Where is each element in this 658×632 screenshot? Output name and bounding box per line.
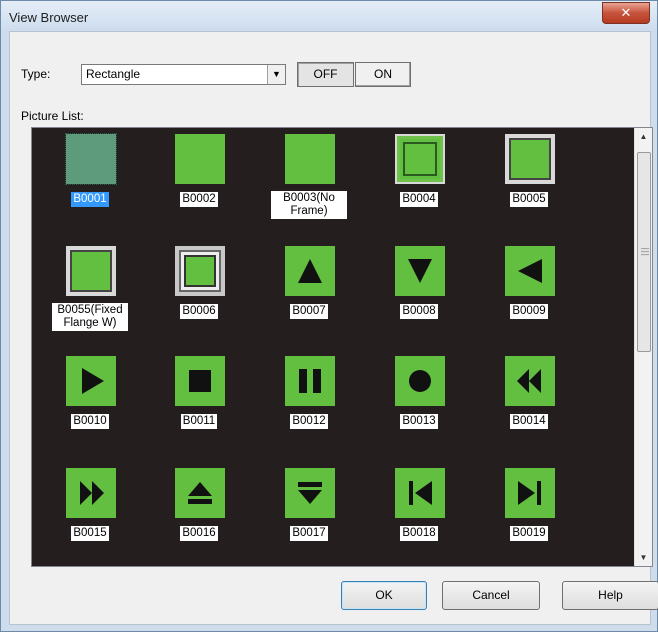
on-button[interactable]: ON bbox=[355, 62, 411, 87]
picture-thumbnail bbox=[395, 246, 445, 296]
picture-item[interactable]: B0010 bbox=[44, 356, 136, 464]
view-browser-window: View Browser ✕ Type: Rectangle ▼ OFF ON … bbox=[0, 0, 658, 632]
scroll-down-icon[interactable]: ▼ bbox=[635, 549, 652, 566]
scroll-thumb[interactable]: — — — bbox=[637, 152, 651, 352]
grip-icon: — — — bbox=[641, 244, 649, 259]
off-button[interactable]: OFF bbox=[297, 62, 354, 87]
picture-thumbnail bbox=[505, 468, 555, 518]
picture-item[interactable]: B0014 bbox=[483, 356, 575, 464]
play-icon bbox=[82, 368, 104, 394]
type-select[interactable]: Rectangle ▼ bbox=[81, 64, 286, 85]
picture-item[interactable]: B0019 bbox=[483, 468, 575, 566]
insert-icon bbox=[298, 482, 322, 504]
picture-caption: B0011 bbox=[180, 414, 218, 429]
picture-thumbnail bbox=[66, 356, 116, 406]
picture-caption: B0014 bbox=[510, 414, 548, 429]
picture-caption: B0006 bbox=[180, 304, 218, 319]
triangle-down-icon bbox=[408, 259, 432, 283]
picture-caption: B0013 bbox=[400, 414, 438, 429]
picture-thumbnail bbox=[395, 356, 445, 406]
title-bar[interactable]: View Browser ✕ bbox=[1, 1, 657, 31]
record-icon bbox=[409, 370, 431, 392]
picture-list-label: Picture List: bbox=[21, 109, 84, 123]
picture-caption: B0017 bbox=[290, 526, 328, 541]
picture-thumbnail bbox=[395, 134, 445, 184]
picture-item[interactable]: B0013 bbox=[373, 356, 465, 464]
stop-icon bbox=[189, 370, 211, 392]
picture-caption: B0012 bbox=[290, 414, 328, 429]
dialog-body: Type: Rectangle ▼ OFF ON Picture List: B… bbox=[9, 31, 658, 625]
picture-item[interactable]: B0015 bbox=[44, 468, 136, 566]
triangle-left-icon bbox=[518, 259, 542, 283]
window-title: View Browser bbox=[9, 10, 89, 25]
close-icon: ✕ bbox=[620, 5, 632, 20]
picture-item[interactable]: B0007 bbox=[263, 246, 355, 354]
scroll-up-icon[interactable]: ▲ bbox=[635, 128, 652, 145]
picture-item[interactable]: B0004 bbox=[373, 134, 465, 242]
picture-caption: B0002 bbox=[180, 192, 218, 207]
picture-caption: B0016 bbox=[180, 526, 218, 541]
help-button[interactable]: Help bbox=[562, 581, 658, 610]
eject-icon bbox=[188, 482, 212, 504]
type-select-value: Rectangle bbox=[86, 67, 141, 81]
picture-item[interactable]: B0001 bbox=[44, 133, 136, 242]
cancel-button[interactable]: Cancel bbox=[442, 581, 540, 610]
picture-caption: B0005 bbox=[510, 192, 548, 207]
type-label: Type: bbox=[21, 67, 51, 81]
skip-forward-icon bbox=[518, 481, 541, 505]
picture-thumbnail bbox=[505, 134, 555, 184]
skip-back-icon bbox=[409, 481, 432, 505]
picture-thumbnail bbox=[285, 246, 335, 296]
picture-thumbnail bbox=[66, 246, 116, 296]
picture-caption: B0010 bbox=[71, 414, 109, 429]
picture-caption: B0007 bbox=[290, 304, 328, 319]
picture-item[interactable]: B0009 bbox=[483, 246, 575, 354]
rewind-icon bbox=[517, 369, 541, 393]
ok-button[interactable]: OK bbox=[341, 581, 427, 610]
vertical-scrollbar[interactable]: ▲ — — — ▼ bbox=[634, 128, 652, 566]
picture-caption: B0009 bbox=[510, 304, 548, 319]
picture-thumbnail bbox=[285, 468, 335, 518]
picture-thumbnail bbox=[175, 468, 225, 518]
chevron-down-icon[interactable]: ▼ bbox=[267, 65, 285, 84]
picture-thumbnail bbox=[285, 134, 335, 184]
picture-item[interactable]: B0017 bbox=[263, 468, 355, 566]
fast-forward-icon bbox=[80, 481, 104, 505]
picture-caption: B0015 bbox=[71, 526, 109, 541]
picture-thumbnail bbox=[175, 134, 225, 184]
close-button[interactable]: ✕ bbox=[602, 2, 650, 24]
picture-thumbnail bbox=[66, 468, 116, 518]
picture-item[interactable]: B0016 bbox=[153, 468, 245, 566]
picture-list[interactable]: B0019 B0018 B0017 B0016 B0015 B0014 B0013 B0012… bbox=[31, 127, 653, 567]
picture-item[interactable]: B0008 bbox=[373, 246, 465, 354]
triangle-up-icon bbox=[298, 259, 322, 283]
picture-item[interactable]: B0002 bbox=[153, 134, 245, 242]
picture-item[interactable]: B0003(No Frame) bbox=[263, 134, 355, 242]
picture-thumbnail bbox=[175, 246, 225, 296]
picture-caption: B0008 bbox=[400, 304, 438, 319]
picture-caption: B0018 bbox=[400, 526, 438, 541]
picture-item[interactable]: B0018 bbox=[373, 468, 465, 566]
picture-caption: B0055(Fixed Flange W) bbox=[52, 303, 128, 331]
pause-icon bbox=[299, 369, 321, 393]
picture-caption: B0019 bbox=[510, 526, 548, 541]
picture-thumbnail bbox=[285, 356, 335, 406]
picture-thumbnail bbox=[505, 356, 555, 406]
picture-item[interactable]: B0006 bbox=[153, 246, 245, 354]
picture-item[interactable]: B0055(Fixed Flange W) bbox=[44, 246, 136, 354]
picture-thumbnail bbox=[175, 356, 225, 406]
picture-item[interactable]: B0005 bbox=[483, 134, 575, 242]
picture-item[interactable]: B0011 bbox=[153, 356, 245, 464]
picture-caption: B0004 bbox=[400, 192, 438, 207]
picture-caption: B0003(No Frame) bbox=[271, 191, 347, 219]
picture-item[interactable]: B0012 bbox=[263, 356, 355, 464]
picture-thumbnail bbox=[65, 133, 117, 185]
picture-caption: B0001 bbox=[71, 192, 109, 207]
picture-thumbnail bbox=[395, 468, 445, 518]
picture-thumbnail bbox=[505, 246, 555, 296]
